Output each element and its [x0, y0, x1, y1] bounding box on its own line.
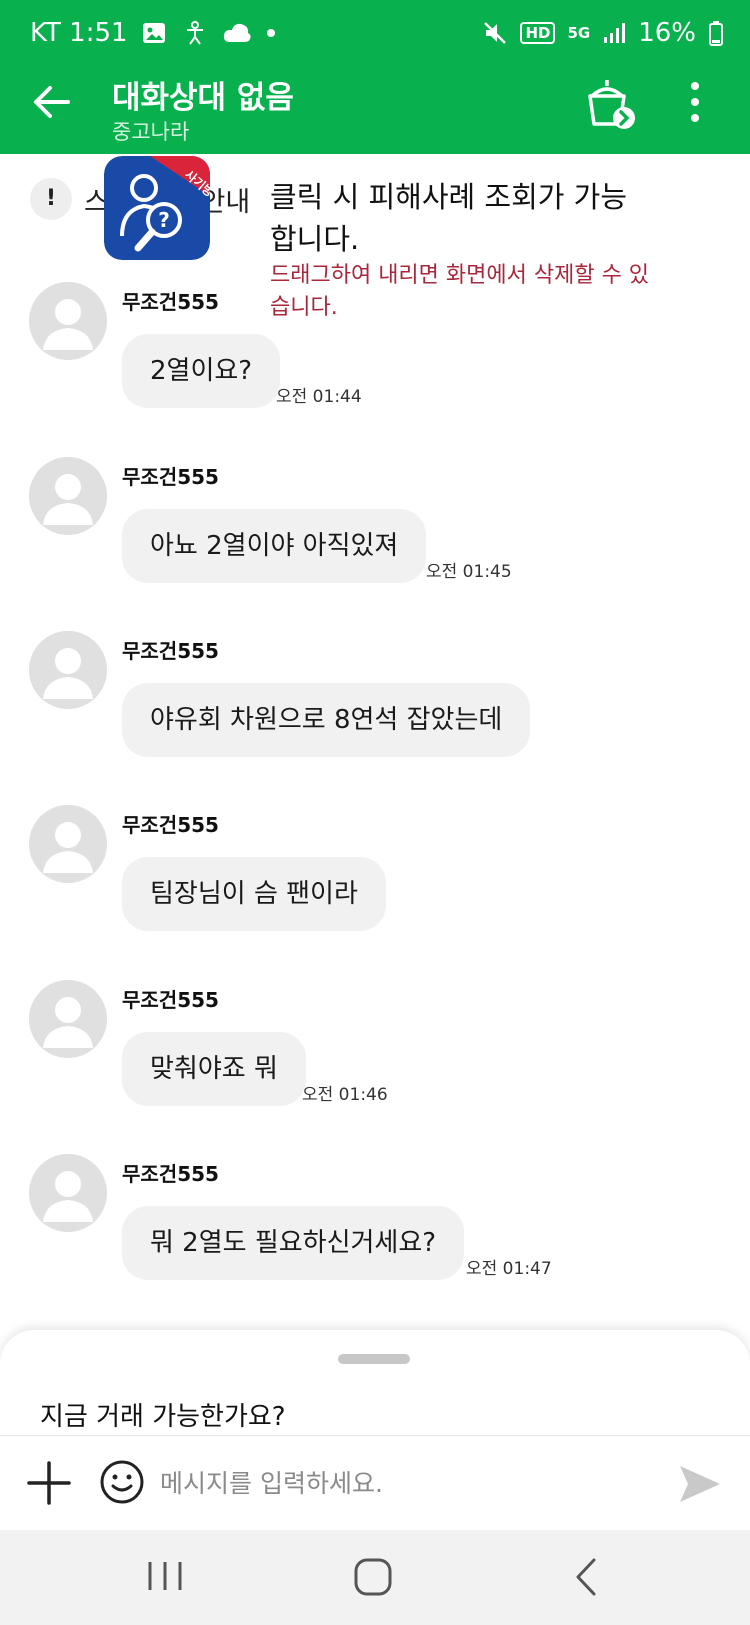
message-row: 무조건555 야유회 차원으로 8연석 잡았는데: [0, 631, 750, 801]
scam-popup-title[interactable]: 클릭 시 피해사례 조회가 가능합니다.: [270, 176, 650, 260]
message-row: 무조건555 뭐 2열도 필요하신거세요? 오전 01:47: [0, 1154, 750, 1324]
chat-header: 대화상대 없음 중고나라: [0, 72, 750, 154]
sender-name: 무조건555: [122, 465, 219, 489]
back-icon[interactable]: [570, 1554, 600, 1600]
status-left: KT 1:51: [30, 18, 276, 48]
avatar[interactable]: [29, 1154, 107, 1232]
avatar[interactable]: [29, 980, 107, 1058]
message-row: 무조건555 2열이요? 오전 01:44: [0, 282, 750, 452]
network-label: 5G: [567, 24, 591, 42]
message-time: 오전 01:44: [276, 387, 362, 407]
battery-icon: [709, 21, 723, 46]
sender-name: 무조건555: [122, 290, 219, 314]
message-bubble[interactable]: 뭐 2열도 필요하신거세요?: [122, 1206, 465, 1280]
message-time: 오전 01:46: [302, 1085, 388, 1105]
message-row: 무조건555 맞춰야죠 뭐 오전 01:46: [0, 980, 750, 1150]
message-bubble[interactable]: 야유회 차원으로 8연석 잡았는데: [122, 683, 531, 757]
hd-label: HD: [520, 22, 556, 44]
mute-icon: [484, 22, 507, 44]
message-row: 무조건555 팀장님이 슴 팬이라: [0, 805, 750, 975]
message-row: 무조건555 아뇨 2열이야 아직있져 오전 01:45: [0, 457, 750, 627]
status-bar: KT 1:51 HD 5G 16%: [0, 0, 750, 72]
avatar[interactable]: [29, 805, 107, 883]
sender-name: 무조건555: [122, 813, 219, 837]
home-icon[interactable]: [350, 1554, 396, 1600]
scam-prevention-icon[interactable]: 사기방지 ?: [104, 156, 210, 260]
sender-name: 무조건555: [122, 988, 219, 1012]
send-icon[interactable]: [676, 1460, 724, 1508]
system-nav-bar: [0, 1530, 750, 1625]
quick-reply-suggestion[interactable]: 지금 거래 가능한가요?: [40, 1396, 286, 1433]
more-icon[interactable]: [680, 78, 710, 128]
message-input[interactable]: [160, 1452, 640, 1514]
sender-name: 무조건555: [122, 639, 219, 663]
cloud-icon: [223, 23, 251, 42]
quick-reply-sheet: 지금 거래 가능한가요?: [0, 1330, 750, 1435]
leave-chat-icon[interactable]: [580, 76, 642, 134]
avatar[interactable]: [29, 457, 107, 535]
status-right: HD 5G 16%: [482, 18, 724, 48]
plus-icon[interactable]: [24, 1458, 74, 1508]
chat-title: 대화상대 없음: [112, 80, 294, 116]
message-bubble[interactable]: 팀장님이 슴 팬이라: [122, 857, 386, 931]
message-bubble[interactable]: 아뇨 2열이야 아직있져: [122, 509, 427, 583]
message-time: 오전 01:47: [466, 1259, 552, 1279]
accessibility-icon: [186, 21, 203, 45]
image-icon: [142, 23, 165, 43]
message-bubble[interactable]: 맞춰야죠 뭐: [122, 1032, 306, 1106]
back-arrow-icon[interactable]: [28, 78, 76, 126]
carrier-time: KT 1:51: [30, 18, 128, 48]
dot-icon: [266, 29, 275, 37]
message-bubble[interactable]: 2열이요?: [122, 334, 281, 408]
avatar[interactable]: [29, 282, 107, 360]
avatar[interactable]: [29, 631, 107, 709]
svg-text:?: ?: [158, 208, 170, 232]
message-input-bar: [0, 1435, 750, 1530]
signal-icon: [604, 23, 626, 43]
exclamation-icon: !: [30, 178, 72, 220]
message-time: 오전 01:45: [426, 562, 512, 582]
recent-apps-icon[interactable]: [140, 1556, 190, 1596]
emoji-icon[interactable]: [98, 1458, 146, 1506]
sheet-drag-handle[interactable]: [338, 1354, 410, 1364]
sender-name: 무조건555: [122, 1162, 219, 1186]
battery-percent: 16%: [638, 18, 696, 48]
chat-subtitle: 중고나라: [112, 120, 190, 144]
